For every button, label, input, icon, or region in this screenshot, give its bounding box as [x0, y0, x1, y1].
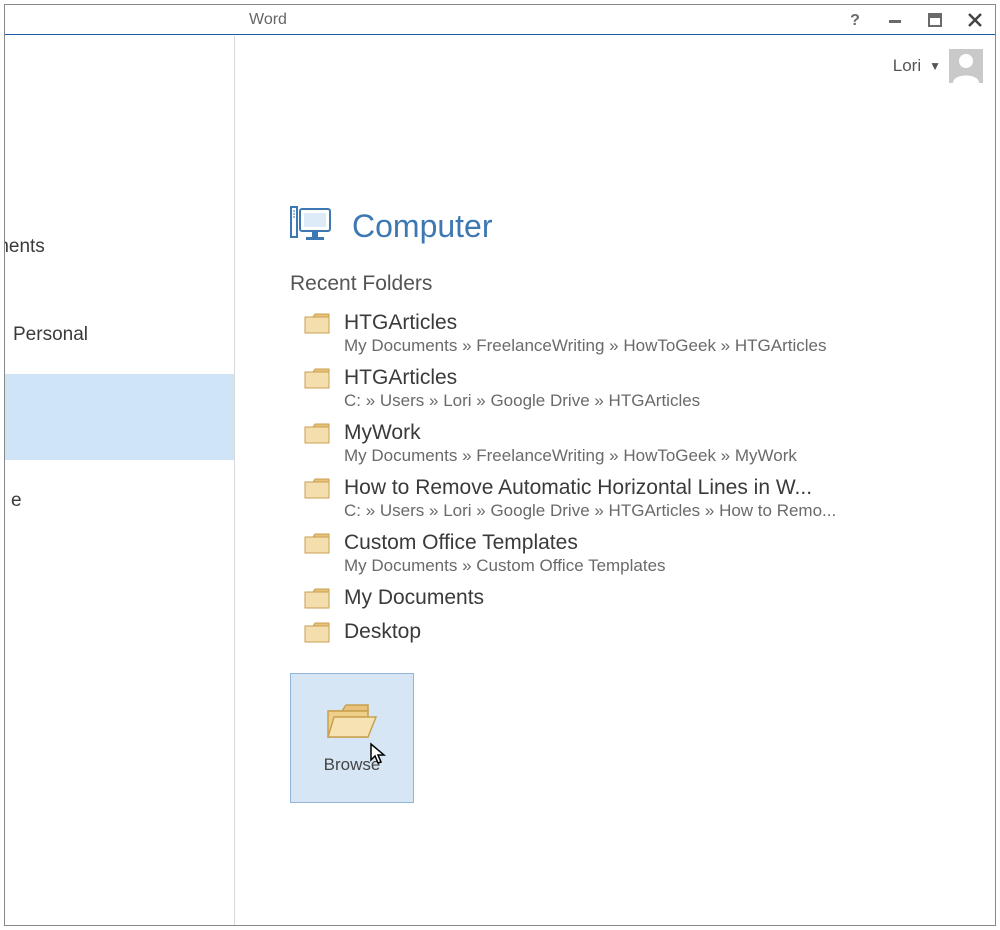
sidebar-item-documents[interactable]: cuments	[5, 226, 234, 268]
recent-folder-item[interactable]: Desktop	[290, 615, 975, 649]
folder-name: MyWork	[344, 421, 964, 445]
sidebar-item-selected[interactable]	[5, 374, 234, 460]
restore-icon	[927, 12, 943, 28]
recent-folder-item[interactable]: HTGArticles C: » Users » Lori » Google D…	[290, 361, 975, 416]
main-pane: Computer Recent Folders HTGArticles My D…	[236, 36, 995, 925]
folder-path: My Documents » Custom Office Templates	[344, 556, 964, 576]
recent-folder-item[interactable]: HTGArticles My Documents » FreelanceWrit…	[290, 306, 975, 361]
folder-icon	[304, 622, 330, 644]
minimize-icon	[887, 12, 903, 28]
heading-label: Computer	[352, 208, 493, 245]
title-bar: Word ?	[5, 5, 995, 35]
close-icon	[967, 12, 983, 28]
recent-folders-list: HTGArticles My Documents » FreelanceWrit…	[290, 306, 975, 649]
folder-path: My Documents » FreelanceWriting » HowToG…	[344, 336, 964, 356]
folder-name: HTGArticles	[344, 366, 964, 390]
folder-name: My Documents	[344, 586, 964, 610]
folder-path: C: » Users » Lori » Google Drive » HTGAr…	[344, 501, 964, 521]
computer-icon	[290, 206, 334, 246]
restore-button[interactable]	[915, 5, 955, 35]
folder-name: Desktop	[344, 620, 964, 644]
folder-icon	[304, 588, 330, 610]
recent-folder-item[interactable]: How to Remove Automatic Horizontal Lines…	[290, 471, 975, 526]
help-icon: ?	[847, 12, 863, 28]
sidebar-item-label: cuments	[5, 236, 45, 257]
app-title: Word	[249, 11, 287, 29]
svg-text:?: ?	[850, 12, 860, 28]
location-heading: Computer	[290, 206, 975, 246]
recent-folder-item[interactable]: MyWork My Documents » FreelanceWriting »…	[290, 416, 975, 471]
sidebar-item-label: Personal	[13, 324, 88, 345]
folder-icon	[304, 478, 330, 500]
recent-folder-item[interactable]: Custom Office Templates My Documents » C…	[290, 526, 975, 581]
folder-path: C: » Users » Lori » Google Drive » HTGAr…	[344, 391, 964, 411]
browse-button[interactable]: Browse	[290, 673, 414, 803]
folder-icon	[304, 313, 330, 335]
sidebar-item-label: e	[11, 490, 22, 511]
recent-folders-label: Recent Folders	[290, 272, 975, 296]
minimize-button[interactable]	[875, 5, 915, 35]
cursor-icon	[369, 742, 389, 766]
folder-name: How to Remove Automatic Horizontal Lines…	[344, 476, 964, 500]
close-button[interactable]	[955, 5, 995, 35]
folder-name: HTGArticles	[344, 311, 964, 335]
folder-name: Custom Office Templates	[344, 531, 964, 555]
folder-open-icon	[324, 701, 380, 745]
recent-folder-item[interactable]: My Documents	[290, 581, 975, 615]
folder-icon	[304, 533, 330, 555]
folder-icon	[304, 368, 330, 390]
sidebar-item-personal[interactable]: Personal	[5, 314, 234, 356]
places-sidebar: cuments Personal e	[5, 36, 235, 925]
sidebar-item-partial[interactable]: e	[5, 480, 234, 522]
help-button[interactable]: ?	[835, 5, 875, 35]
folder-icon	[304, 423, 330, 445]
folder-path: My Documents » FreelanceWriting » HowToG…	[344, 446, 964, 466]
